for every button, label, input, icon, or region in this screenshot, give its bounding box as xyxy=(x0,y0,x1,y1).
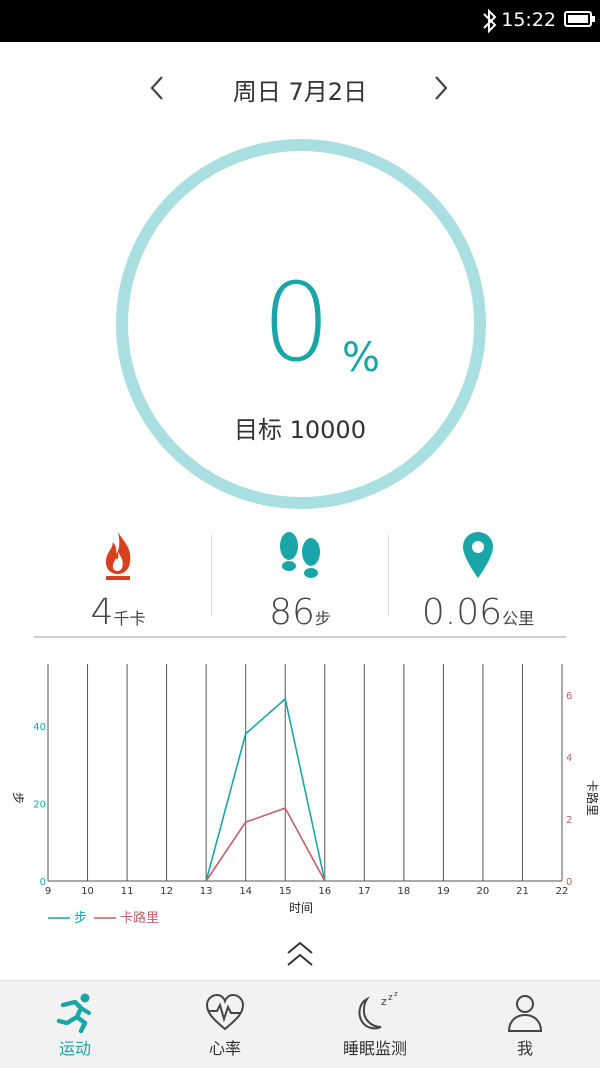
bluetooth-icon xyxy=(483,8,497,34)
y-left-tick-label: 20 xyxy=(33,800,46,811)
next-day-button[interactable] xyxy=(420,68,460,108)
chevron-right-icon xyxy=(435,76,448,100)
tab-label: 心率 xyxy=(208,1039,241,1058)
steps-unit: 步 xyxy=(314,609,331,628)
x-tick-label: 19 xyxy=(437,886,450,897)
x-tick-label: 20 xyxy=(477,886,490,897)
y-left-tick-label: 0 xyxy=(40,877,46,888)
y-right-tick-label: 4 xyxy=(566,753,572,764)
calories-unit: 千卡 xyxy=(113,609,146,628)
x-tick-label: 21 xyxy=(516,886,529,897)
sleep-moon-icon: z z z xyxy=(358,991,398,1030)
status-bar: 15:22 xyxy=(0,0,600,42)
y-right-tick-label: 0 xyxy=(566,877,572,888)
divider xyxy=(388,534,389,616)
double-chevron-up-icon xyxy=(287,941,313,966)
footprints-icon xyxy=(280,532,320,578)
y-right-tick-label: 6 xyxy=(566,691,572,702)
chart-svg: 9 10 11 12 13 14 15 16 17 18 19 20 21 22时间020400246步卡… xyxy=(11,664,600,926)
y-left-tick-label: 40 xyxy=(33,722,46,733)
x-tick-label: 17 xyxy=(358,886,371,897)
person-icon xyxy=(507,995,543,1032)
bottom-tab-bar: 运动 心率 z z z 睡眠监测 我 xyxy=(0,980,600,1068)
distance-stat: 0.06公里 xyxy=(390,528,566,633)
svg-text:z: z xyxy=(381,995,387,1008)
tab-heart-rate[interactable]: 心率 xyxy=(150,981,300,1068)
stats-row: 4千卡 86步 0.06公里 xyxy=(0,528,600,636)
x-tick-label: 13 xyxy=(200,886,213,897)
distance-value: 0.06 xyxy=(421,592,503,633)
calories-value: 4 xyxy=(90,592,114,633)
running-icon xyxy=(56,993,91,1034)
heart-rate-icon xyxy=(205,993,245,1031)
tab-exercise[interactable]: 运动 xyxy=(0,981,150,1068)
svg-text:z: z xyxy=(394,991,398,998)
expand-up-button[interactable] xyxy=(284,938,316,970)
legend-label: 卡路里 xyxy=(120,910,159,926)
current-date: 周日 7月2日 xyxy=(232,78,368,106)
x-tick-label: 14 xyxy=(239,886,252,897)
x-tick-label: 11 xyxy=(121,886,134,897)
date-header: 周日 7月2日 xyxy=(0,60,600,116)
status-time: 15:22 xyxy=(501,9,556,31)
steps-stat: 86步 xyxy=(212,528,388,633)
tab-label: 运动 xyxy=(58,1039,91,1058)
tab-sleep[interactable]: z z z 睡眠监测 xyxy=(300,981,450,1068)
x-tick-label: 12 xyxy=(160,886,173,897)
series-line-calories xyxy=(205,807,326,882)
tab-me[interactable]: 我 xyxy=(450,981,600,1068)
x-axis-label: 时间 xyxy=(289,901,313,915)
x-tick-label: 18 xyxy=(397,886,410,897)
tab-label: 睡眠监测 xyxy=(342,1039,407,1058)
location-pin-icon xyxy=(463,532,493,578)
calories-stat: 4千卡 xyxy=(30,528,206,633)
fire-icon xyxy=(105,532,131,580)
stats-divider xyxy=(34,636,566,638)
legend-label: 步 xyxy=(74,911,87,926)
y-left-axis-label: 步 xyxy=(11,792,25,804)
steps-value: 86 xyxy=(269,592,315,633)
x-tick-label: 10 xyxy=(81,886,94,897)
activity-chart: 9 10 11 12 13 14 15 16 17 18 19 20 21 22 时间 0 20 40 0 2 4 6 步卡… xyxy=(0,650,600,940)
x-tick-label: 15 xyxy=(279,886,292,897)
x-tick-label: 16 xyxy=(318,886,331,897)
tab-label: 我 xyxy=(516,1039,533,1058)
step-goal: 目标 10000 xyxy=(234,416,366,444)
percent-sign: % xyxy=(342,335,381,381)
distance-unit: 公里 xyxy=(502,609,535,628)
y-right-tick-label: 2 xyxy=(566,815,572,826)
battery-icon xyxy=(564,11,595,27)
y-right-axis-label: 卡路里 xyxy=(585,780,600,816)
progress-percent: 0 xyxy=(262,261,331,386)
svg-text:z: z xyxy=(388,993,393,1003)
